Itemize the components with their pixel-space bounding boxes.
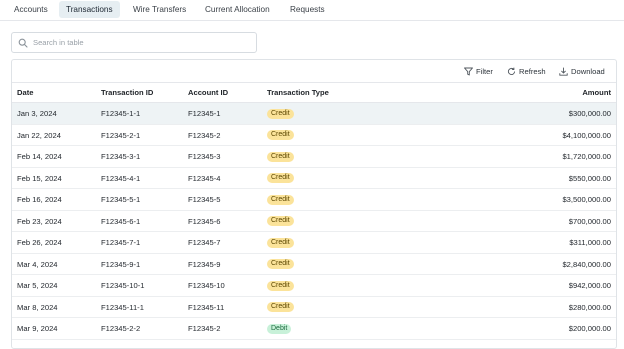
cell-amount: $942,000.00 — [568, 281, 611, 290]
column-header-transaction-type[interactable]: Transaction Type — [267, 83, 329, 103]
download-icon — [559, 67, 568, 76]
cell-account-id: F12345-6 — [188, 216, 221, 226]
cell-account-id: F12345-10 — [188, 281, 225, 290]
download-button[interactable]: Download — [559, 65, 611, 78]
cell-account-id: F12345-3 — [188, 152, 221, 161]
cell-transaction-id: F12345-3-1 — [101, 152, 141, 161]
table-row[interactable]: Feb 16, 2024 F12345-5-1 F12345-5 Credit $3,5… — [12, 189, 616, 211]
cell-date: Feb 16, 2024 — [17, 195, 62, 204]
cell-date: Mar 4, 2024 — [17, 259, 58, 269]
transaction-type-badge: Credit — [267, 194, 294, 205]
cell-account-id: F12345-4 — [188, 173, 221, 183]
cell-date: Mar 5, 2024 — [17, 281, 58, 290]
refresh-icon — [507, 67, 516, 75]
table-row[interactable]: Mar 8, 2024 F12345-11-1 F12345-11 Credit $28… — [12, 297, 616, 318]
cell-transaction-id: F12345-9-1 — [101, 259, 141, 269]
cell-transaction-id: F12345-1-1 — [101, 109, 141, 118]
cell-account-id: F12345-7 — [188, 238, 221, 247]
cell-transaction-id: F12345-6-1 — [101, 216, 141, 226]
tab-accounts[interactable]: Accounts — [7, 1, 55, 18]
cell-account-id: F12345-2 — [188, 130, 221, 140]
cell-transaction-id: F12345-2-1 — [101, 130, 141, 140]
cell-amount: $300,000.00 — [568, 109, 611, 118]
filter-label: Filter — [476, 67, 493, 76]
cell-account-id: F12345-1 — [188, 109, 221, 118]
table-row[interactable]: Feb 14, 2024 F12345-3-1 F12345-3 Credit $1,7… — [12, 146, 616, 168]
table-row[interactable]: Feb 23, 2024 F12345-6-1 F12345-6 Credit $700… — [12, 211, 616, 232]
table-row[interactable]: Mar 4, 2024 F12345-9-1 F12345-9 Credit $2,84… — [12, 254, 616, 275]
tab-current-allocation[interactable]: Current Allocation — [198, 1, 277, 18]
cell-transaction-id: F12345-11-1 — [101, 302, 144, 312]
column-header-amount[interactable]: Amount — [582, 83, 611, 103]
table-row[interactable]: Jan 3, 2024 F12345-1-1 F12345-1 Credit $300,… — [12, 103, 616, 125]
search-icon — [18, 38, 28, 48]
transaction-type-badge: Credit — [267, 302, 294, 312]
transaction-type-badge: Credit — [267, 216, 294, 226]
cell-amount: $311,000.00 — [569, 238, 611, 247]
table-toolbar: Filter Refresh Download — [12, 60, 616, 83]
filter-icon — [464, 67, 473, 76]
refresh-label: Refresh — [519, 67, 546, 76]
cell-transaction-id: F12345-10-1 — [101, 281, 145, 290]
cell-date: Feb 26, 2024 — [17, 238, 62, 247]
cell-date: Jan 3, 2024 — [17, 109, 57, 118]
column-header-date[interactable]: Date — [17, 83, 33, 103]
cell-transaction-id: F12345-5-1 — [101, 195, 141, 204]
cell-date: Feb 14, 2024 — [17, 152, 62, 161]
transactions-table: Filter Refresh Download Date Transaction… — [11, 59, 617, 349]
transaction-type-badge: Credit — [267, 259, 294, 269]
cell-transaction-id: F12345-7-1 — [101, 238, 141, 247]
search-input[interactable] — [33, 35, 253, 50]
table-row[interactable]: Mar 5, 2024 F12345-10-1 F12345-10 Credit $94… — [12, 275, 616, 297]
cell-amount: $3,500,000.00 — [562, 195, 611, 204]
cell-account-id: F12345-5 — [188, 195, 221, 204]
cell-amount: $2,840,000.00 — [562, 259, 611, 269]
cell-date: Jan 22, 2024 — [17, 130, 61, 140]
tab-bar: Accounts Transactions Wire Transfers Cur… — [0, 0, 624, 21]
transaction-type-badge: Credit — [267, 151, 294, 162]
column-header-account-id[interactable]: Account ID — [188, 83, 228, 103]
cell-account-id: F12345-11 — [188, 302, 225, 312]
transaction-type-badge: Credit — [267, 130, 294, 140]
cell-amount: $1,720,000.00 — [562, 152, 611, 161]
cell-transaction-id: F12345-4-1 — [101, 173, 141, 183]
tab-requests[interactable]: Requests — [283, 1, 332, 18]
transaction-type-badge: Credit — [267, 237, 294, 248]
cell-amount: $700,000.00 — [568, 216, 611, 226]
cell-date: Mar 8, 2024 — [17, 302, 58, 312]
transaction-type-badge: Debit — [267, 323, 292, 334]
cell-account-id: F12345-9 — [188, 259, 221, 269]
cell-date: Feb 23, 2024 — [17, 216, 62, 226]
table-header: Date Transaction ID Account ID Transacti… — [12, 83, 616, 103]
transaction-type-badge: Credit — [267, 280, 294, 291]
transaction-type-badge: Credit — [267, 108, 294, 119]
tab-transactions[interactable]: Transactions — [59, 1, 120, 18]
refresh-button[interactable]: Refresh — [507, 65, 552, 78]
filter-button[interactable]: Filter — [464, 65, 498, 78]
search-box[interactable] — [11, 32, 257, 53]
tab-wire-transfers[interactable]: Wire Transfers — [126, 1, 193, 18]
transaction-type-badge: Credit — [267, 173, 294, 183]
cell-date: Feb 15, 2024 — [17, 173, 62, 183]
table-row[interactable]: Feb 15, 2024 F12345-4-1 F12345-4 Credit $550… — [12, 168, 616, 189]
cell-amount: $550,000.00 — [568, 173, 611, 183]
download-label: Download — [571, 67, 605, 76]
column-header-transaction-id[interactable]: Transaction ID — [101, 83, 153, 103]
table-row[interactable]: Mar 9, 2024 F12345-2-2 F12345-2 Debit $200,0… — [12, 318, 616, 340]
cell-amount: $280,000.00 — [568, 302, 611, 312]
cell-amount: $4,100,000.00 — [562, 130, 611, 140]
table-row[interactable]: Feb 26, 2024 F12345-7-1 F12345-7 Credit $311… — [12, 232, 616, 254]
table-row[interactable]: Jan 22, 2024 F12345-2-1 F12345-2 Credit $4,1… — [12, 125, 616, 146]
